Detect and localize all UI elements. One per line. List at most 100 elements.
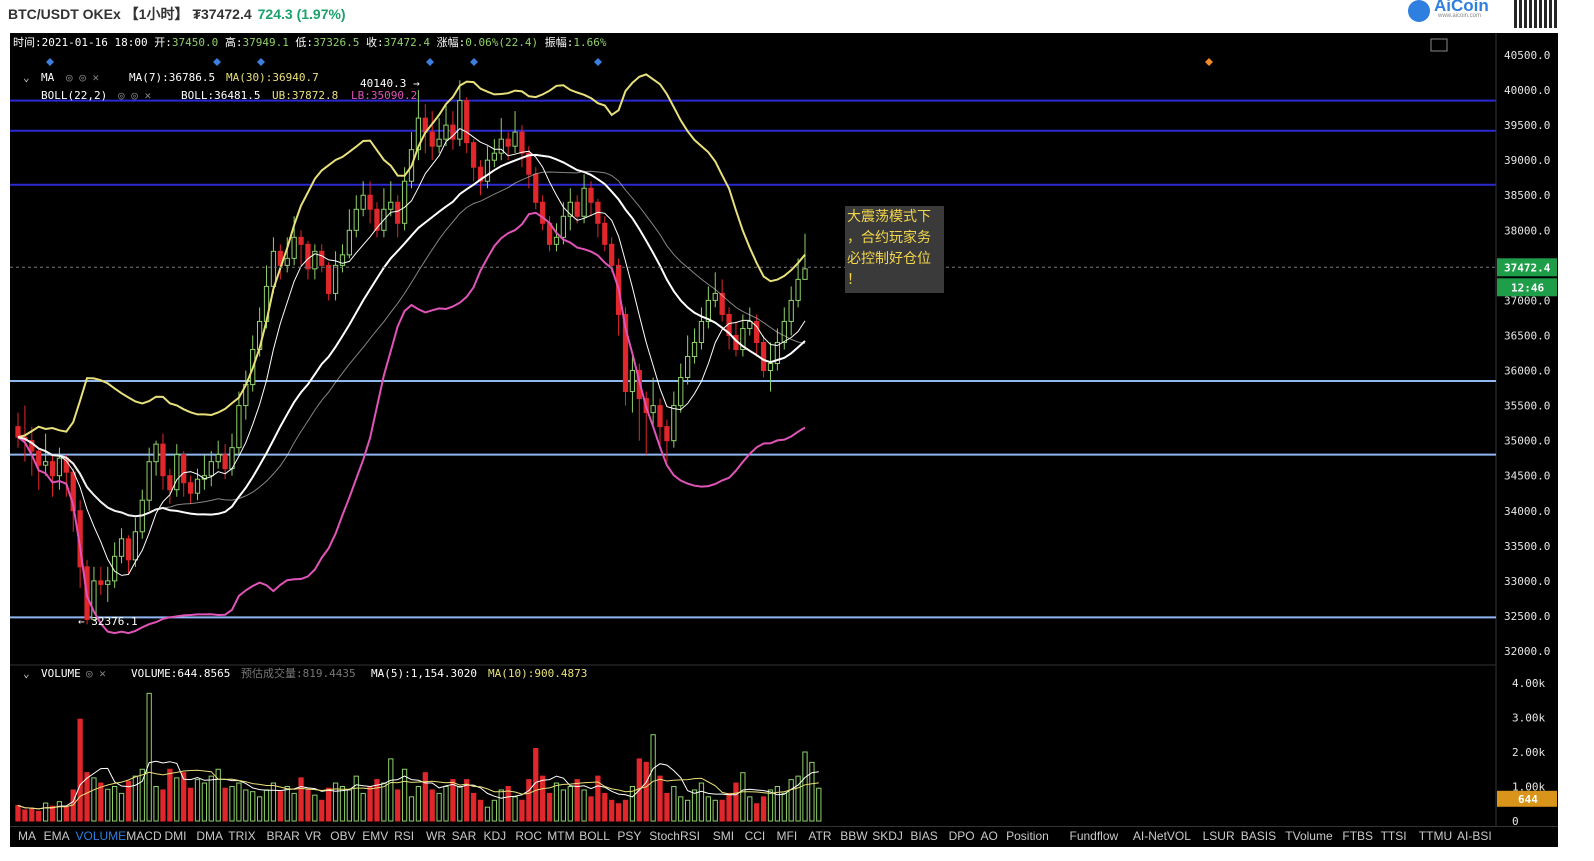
volume-bar (415, 786, 422, 822)
tab-ma[interactable]: MA (18, 829, 36, 843)
volume-bar (622, 799, 629, 822)
tab-cci[interactable]: CCI (745, 829, 766, 843)
volume-bar (754, 803, 760, 822)
candle-body (484, 159, 491, 182)
tab-mfi[interactable]: MFI (777, 829, 798, 843)
boll-name: BOLL(22,2) (41, 89, 107, 102)
candle-body (691, 341, 698, 358)
info-value: 高: (218, 35, 242, 49)
tab-roc[interactable]: ROC (515, 829, 542, 843)
candle-body (443, 124, 449, 140)
high-marker: 40140.3 → (360, 77, 420, 90)
volume-tick: 2.00k (1512, 746, 1545, 759)
volume-bar (609, 799, 615, 822)
candle-body (270, 250, 277, 287)
volume-bar (726, 792, 732, 822)
tab-skdj[interactable]: SKDJ (872, 829, 903, 843)
volume-bar (201, 782, 208, 822)
candle-body (160, 443, 166, 477)
candle-body (802, 268, 808, 280)
info-value: 低: (289, 36, 313, 49)
logo-icon (1408, 0, 1430, 22)
volume-bar (229, 786, 235, 822)
volume-bar (118, 792, 125, 822)
market-title: BTC/USDT OKEx 【1小时】 ₮37472.4 724.3 (1.97%) (8, 4, 346, 24)
candle-body (326, 264, 332, 294)
volume-bar (277, 791, 283, 822)
candle-body (788, 299, 794, 322)
tab-psy[interactable]: PSY (617, 829, 641, 843)
tab-trix[interactable]: TRIX (228, 829, 255, 843)
tab-dma[interactable]: DMA (196, 829, 223, 843)
volume-bar (153, 786, 159, 822)
info-value: 37949.1 (242, 36, 288, 49)
tab-wr[interactable]: WR (426, 829, 446, 843)
tab-emv[interactable]: EMV (362, 829, 388, 843)
tab-macd[interactable]: MACD (126, 829, 161, 843)
tab-ai-bsi[interactable]: AI-BSI (1457, 829, 1492, 843)
candle-body (118, 538, 125, 557)
candle-body (388, 201, 394, 210)
tab-mtm[interactable]: MTM (547, 829, 574, 843)
tab-stochrsi[interactable]: StochRSI (649, 829, 700, 843)
candle-body (56, 457, 63, 477)
tab-bias[interactable]: BIAS (910, 829, 937, 843)
volume-bar (457, 786, 463, 822)
tab-ao[interactable]: AO (981, 829, 998, 843)
candle-body (574, 201, 580, 217)
tab-dmi[interactable]: DMI (165, 829, 187, 843)
tab-dpo[interactable]: DPO (949, 829, 975, 843)
candlestick-chart[interactable]: 时间:2021-01-16 18:00 开:37450.0 高:37949.1 … (10, 33, 1558, 847)
volume-bar (470, 792, 477, 822)
price-tick: 36500.0 (1504, 329, 1550, 342)
volume-value: VOLUME:644.8565 (131, 667, 230, 680)
chart-area[interactable]: 时间:2021-01-16 18:00 开:37450.0 高:37949.1 … (10, 33, 1558, 847)
tab-obv[interactable]: OBV (330, 829, 355, 843)
tab-fundflow[interactable]: Fundflow (1070, 829, 1119, 843)
tab-smi[interactable]: SMI (713, 829, 734, 843)
tab-ftbs[interactable]: FTBS (1342, 829, 1373, 843)
tab-volume[interactable]: VOLUME (76, 829, 127, 843)
aicoin-logo[interactable]: AiCoin www.aicoin.com (1408, 0, 1500, 24)
volume-bar (615, 803, 622, 822)
candle-body (581, 187, 587, 217)
volume-bar (526, 779, 532, 822)
tab-brar[interactable]: BRAR (267, 829, 300, 843)
tab-tvolume[interactable]: TVolume (1285, 829, 1332, 843)
tab-vr[interactable]: VR (305, 829, 322, 843)
volume-bar (484, 806, 491, 822)
tab-position[interactable]: Position (1006, 829, 1049, 843)
candle-body (353, 208, 359, 231)
info-value: 2021-01-16 18:00 (42, 36, 148, 49)
candle-body (767, 363, 774, 372)
event-diamond-icon (594, 58, 602, 66)
tab-ai-netvol[interactable]: AI-NetVOL (1133, 829, 1191, 843)
tab-atr[interactable]: ATR (808, 829, 831, 843)
info-value: 37472.4 (384, 36, 431, 49)
tab-basis[interactable]: BASIS (1241, 829, 1276, 843)
volume-bar (395, 789, 401, 822)
candle-body (781, 320, 787, 343)
price-tick: 39500.0 (1504, 119, 1550, 132)
volume-bar (388, 758, 394, 822)
countdown-label: 12:46 (1511, 281, 1544, 294)
volume-bar (685, 799, 691, 822)
tab-ttmu[interactable]: TTMU (1419, 829, 1452, 843)
volume-bar (98, 782, 104, 822)
candle-body (167, 475, 173, 491)
tab-lsur[interactable]: LSUR (1203, 829, 1235, 843)
tab-bbw[interactable]: BBW (840, 829, 867, 843)
volume-bar (760, 796, 767, 822)
volume-bar (540, 775, 546, 822)
boll-mid-line (17, 153, 806, 518)
tab-rsi[interactable]: RSI (394, 829, 414, 843)
candle-body (657, 405, 663, 428)
info-value: 开: (148, 36, 172, 49)
low-marker: ← 32376.1 (78, 615, 138, 628)
tab-ema[interactable]: EMA (44, 829, 70, 843)
candle-body (401, 180, 408, 224)
tab-sar[interactable]: SAR (452, 829, 477, 843)
tab-boll[interactable]: BOLL (579, 829, 610, 843)
tab-ttsi[interactable]: TTSI (1381, 829, 1407, 843)
tab-kdj[interactable]: KDJ (484, 829, 507, 843)
